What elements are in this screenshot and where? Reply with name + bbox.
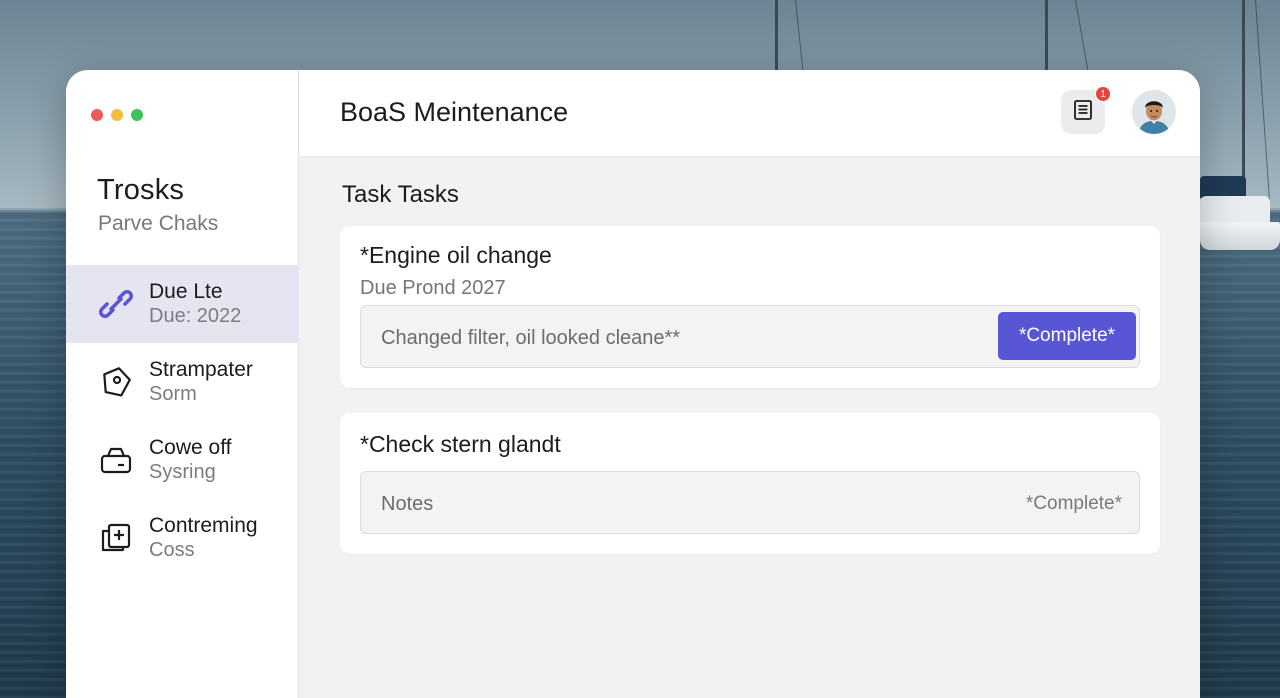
sidebar: Trosks Parve Chaks Due Lte Due: 2022 Str… [66,70,299,698]
lock-box-icon [96,440,136,480]
task-card: *Engine oil change Due Prond 2027 Change… [340,226,1160,388]
task-due-date: Due Prond 2027 [360,277,506,299]
sidebar-item-label: Contreming [149,514,258,537]
page-title: BoaS Meintenance [340,97,569,127]
complete-button[interactable]: *Complete* [1026,493,1122,515]
minimize-window-button[interactable] [111,109,123,121]
sidebar-item-label: Cowe off [149,436,232,459]
sidebar-title: Trosks [97,174,185,206]
complete-button[interactable]: *Complete* [998,312,1136,360]
sidebar-item-contreming[interactable]: Contreming Coss [66,499,299,577]
sidebar-item-sub: Sysring [149,461,216,483]
sidebar-item-due-lte[interactable]: Due Lte Due: 2022 [66,265,299,343]
header: BoaS Meintenance 1 [299,70,1200,156]
task-title: *Engine oil change [360,242,552,268]
zoom-window-button[interactable] [131,109,143,121]
app-window: Trosks Parve Chaks Due Lte Due: 2022 Str… [66,70,1200,698]
task-notes-value: Changed filter, oil looked cleane** [381,327,681,349]
sidebar-nav: Due Lte Due: 2022 Strampater Sorm Cowe o… [66,265,299,577]
task-notes-field[interactable]: Notes *Complete* [360,471,1140,534]
sidebar-item-cowe-off[interactable]: Cowe off Sysring [66,421,299,499]
notes-icon [1071,98,1095,127]
main-content: BoaS Meintenance 1 Task Tasks *Engine oi… [299,70,1200,698]
sailboat-mast [775,0,778,75]
sidebar-subtitle: Parve Chaks [98,212,219,235]
notes-button[interactable]: 1 [1061,86,1111,134]
avatar[interactable] [1132,90,1176,134]
window-controls [91,109,143,121]
sidebar-item-strampater[interactable]: Strampater Sorm [66,343,299,421]
section-title: Task Tasks [342,181,459,208]
sailboat-mast [1045,0,1048,75]
boat-canopy [1200,176,1246,198]
sidebar-item-label: Due Lte [149,280,223,303]
close-window-button[interactable] [91,109,103,121]
document-plus-icon [96,518,136,558]
tag-icon [96,362,136,402]
boat-hull [1200,222,1280,250]
task-notes-placeholder: Notes [381,493,434,515]
sidebar-item-sub: Coss [149,539,195,561]
sidebar-item-sub: Sorm [149,383,197,405]
sidebar-item-label: Strampater [149,358,253,381]
notification-badge: 1 [1095,86,1111,102]
task-card: *Check stern glandt Notes *Complete* [340,413,1160,554]
boat-cabin [1200,196,1270,224]
task-title: *Check stern glandt [360,431,561,457]
link-icon [96,284,136,324]
sidebar-item-sub: Due: 2022 [149,305,242,327]
task-notes-field[interactable]: Changed filter, oil looked cleane** *Com… [360,305,1140,368]
